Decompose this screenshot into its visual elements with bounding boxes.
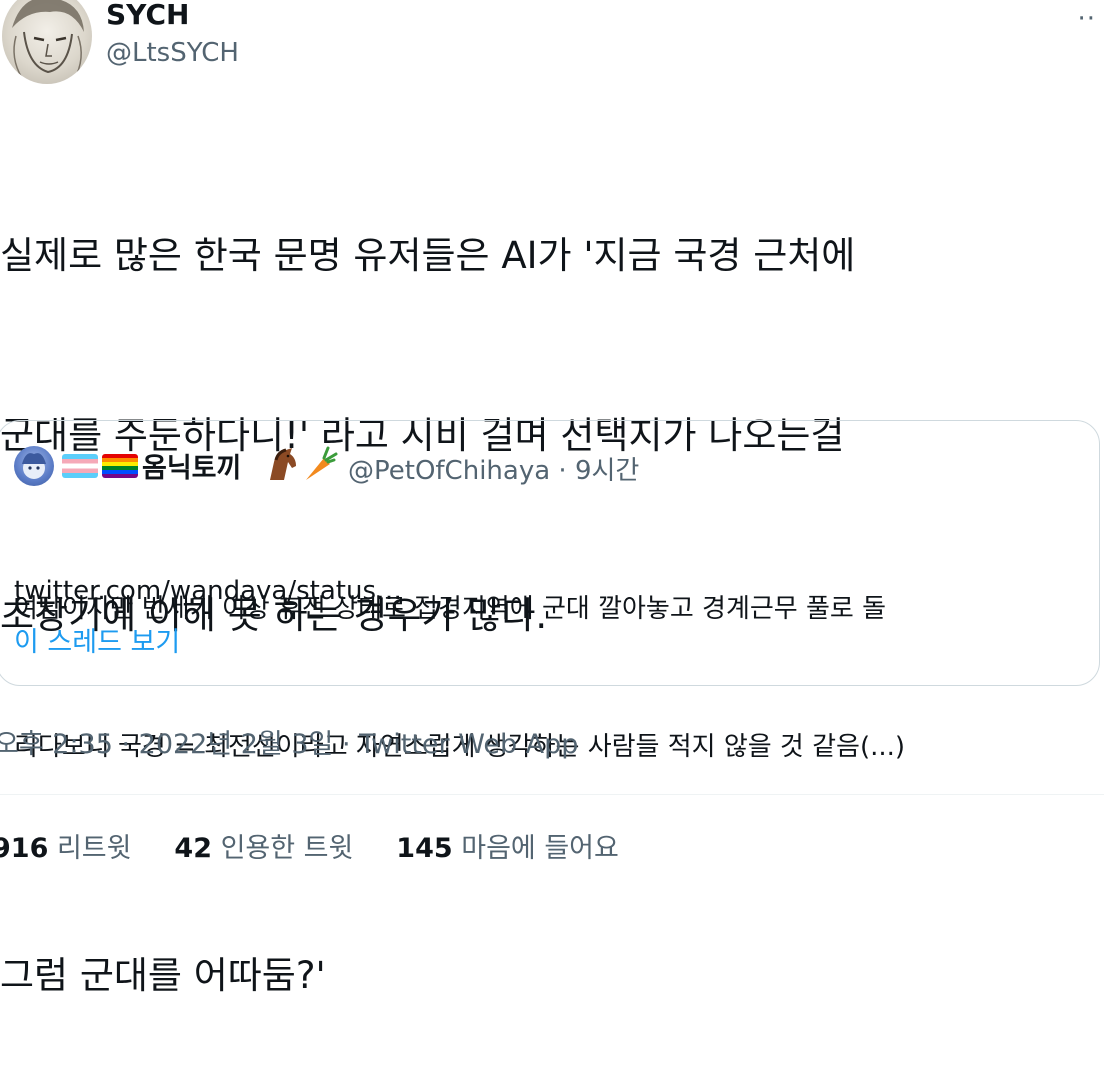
retweets-count: 916 — [0, 833, 49, 864]
quote-separator: · — [550, 456, 575, 486]
quote-author-name: 옴닉토끼 — [142, 453, 242, 484]
tweet-stats: 916 리트윗 42 인용한 트윗 145 마음에 들어요 — [0, 826, 619, 865]
likes-label: 마음에 들어요 — [452, 833, 619, 864]
quote-handle: @PetOfChihaya — [348, 456, 551, 486]
quotes-label: 인용한 트윗 — [211, 833, 354, 864]
carrot-icon — [302, 446, 338, 482]
horse-icon — [264, 446, 300, 482]
show-thread-link[interactable]: 이 스레드 보기 — [14, 620, 180, 659]
tweet-line: 그럼 군대를 어따둠?' — [0, 954, 326, 997]
more-dots-icon[interactable]: ·· — [1077, 4, 1096, 34]
tweet-line: 실제로 많은 한국 문명 유저들은 AI가 '지금 국경 근처에 — [0, 234, 856, 277]
quote-meta: @PetOfChihaya · 9시간 — [348, 450, 639, 487]
quote-link[interactable]: twitter.com/wandava/status… — [14, 576, 402, 606]
author-handle[interactable]: @LtsSYCH — [106, 38, 239, 68]
quotes-count: 42 — [174, 833, 212, 864]
author-name[interactable]: SYCH — [106, 0, 189, 31]
likes-count: 145 — [396, 833, 453, 864]
likes-stat[interactable]: 145 마음에 들어요 — [396, 826, 619, 865]
author-avatar[interactable] — [2, 0, 92, 84]
transgender-flag-icon — [62, 454, 98, 478]
quote-author-avatar — [14, 446, 54, 486]
rainbow-flag-icon — [102, 454, 138, 478]
divider — [0, 794, 1104, 795]
tweet-timestamp[interactable]: 오후 2:35 · 2022년 2월 3일 · Twitter Web App — [0, 722, 578, 761]
retweets-stat[interactable]: 916 리트윗 — [0, 826, 131, 865]
quotes-stat[interactable]: 42 인용한 트윗 — [174, 826, 353, 865]
quote-time[interactable]: 9시간 — [575, 456, 639, 486]
retweets-label: 리트윗 — [48, 833, 132, 864]
